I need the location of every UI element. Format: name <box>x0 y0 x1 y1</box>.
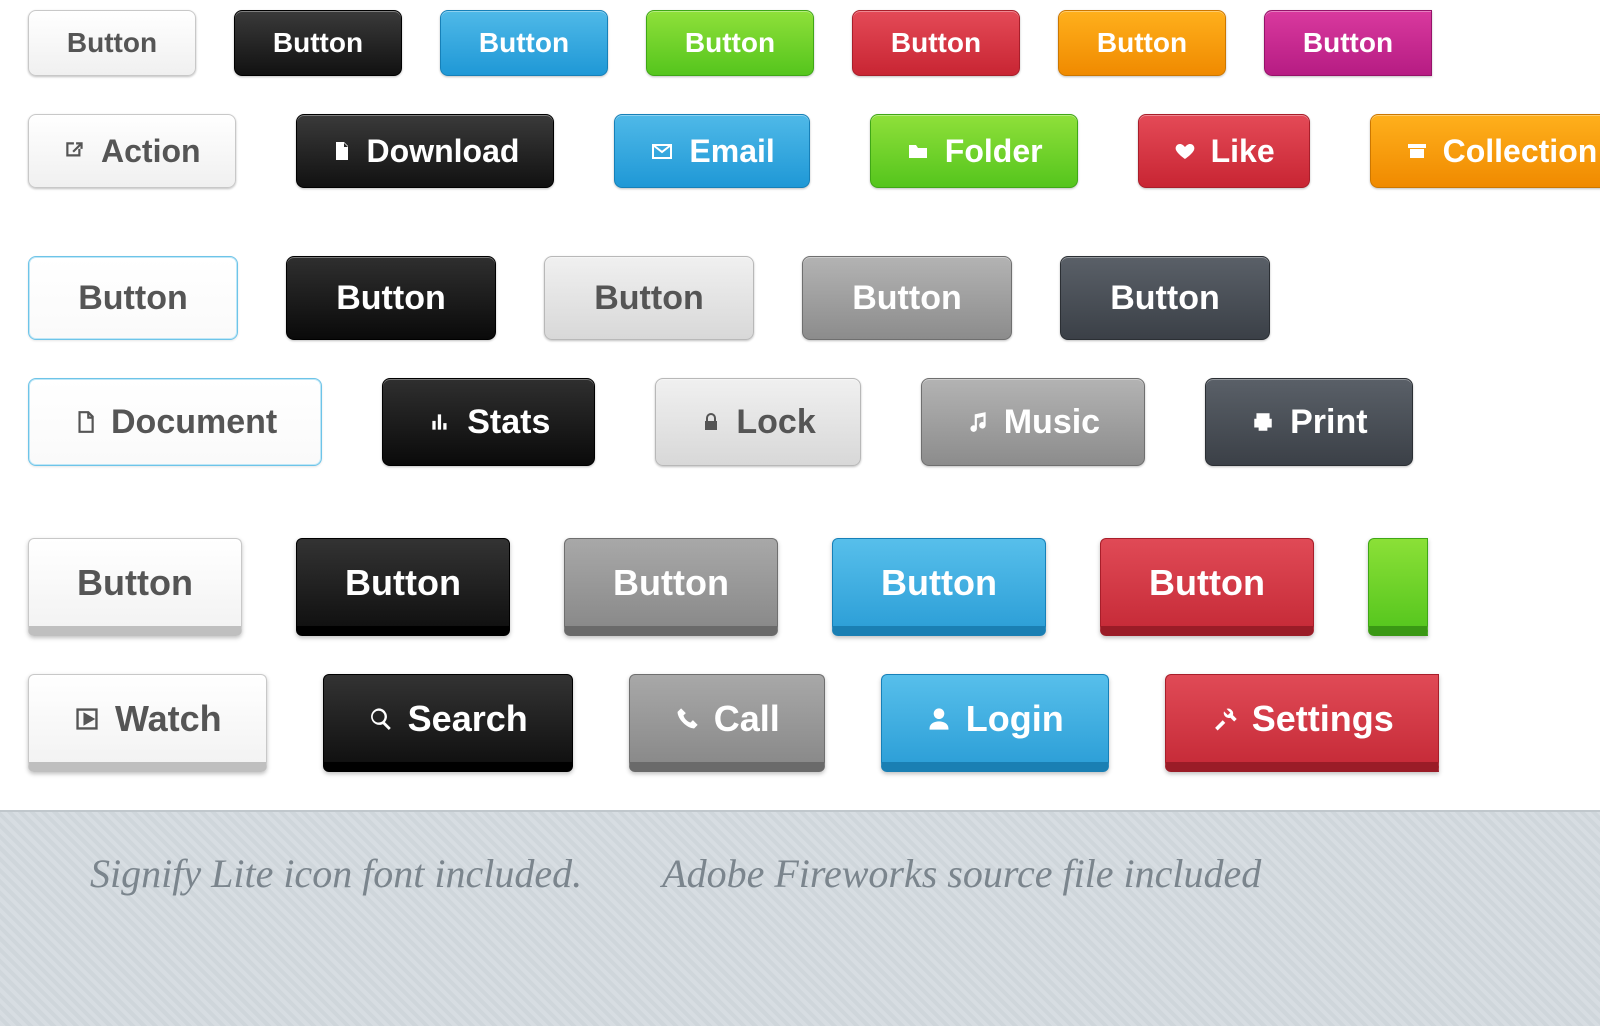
block-button-gray[interactable]: Button <box>564 538 778 636</box>
tools-icon <box>1210 705 1238 733</box>
button-label: Watch <box>115 698 222 740</box>
button-label: Button <box>479 27 569 59</box>
call-button[interactable]: Call <box>629 674 825 772</box>
play-box-icon <box>73 706 101 732</box>
stats-button[interactable]: Stats <box>382 378 595 466</box>
button-label: Button <box>273 27 363 59</box>
button-label: Button <box>77 562 193 604</box>
settings-button[interactable]: Settings <box>1165 674 1439 772</box>
button-black[interactable]: Button <box>286 256 496 340</box>
button-darkgray[interactable]: Button <box>1060 256 1270 340</box>
email-button[interactable]: Email <box>614 114 809 188</box>
button-label: Button <box>345 562 461 604</box>
button-label <box>1393 562 1403 604</box>
button-orange[interactable]: Button <box>1058 10 1226 76</box>
button-label: Music <box>1004 403 1100 442</box>
document-icon <box>73 408 97 436</box>
button-lightgray[interactable]: Button <box>544 256 754 340</box>
button-label: Button <box>852 279 962 318</box>
button-label: Email <box>689 133 774 170</box>
footer: Signify Lite icon font included. Adobe F… <box>0 810 1600 1026</box>
button-label: Action <box>101 133 201 170</box>
document-button[interactable]: Document <box>28 378 322 466</box>
search-button[interactable]: Search <box>323 674 573 772</box>
collection-button[interactable]: Collection <box>1370 114 1600 188</box>
print-button[interactable]: Print <box>1205 378 1412 466</box>
button-magenta[interactable]: Button <box>1264 10 1432 76</box>
button-label: Login <box>966 698 1064 740</box>
footer-text-left: Signify Lite icon font included. <box>90 850 582 897</box>
phone-icon <box>674 706 700 732</box>
button-label: Button <box>336 279 446 318</box>
footer-text-right: Adobe Fireworks source file included <box>662 850 1261 897</box>
music-button[interactable]: Music <box>921 378 1145 466</box>
button-row-4: Document Stats Lock Music Print <box>28 378 1600 466</box>
like-button[interactable]: Like <box>1138 114 1310 188</box>
button-row-3: Button Button Button Button Button <box>28 256 1600 340</box>
button-label: Button <box>78 279 188 318</box>
button-label: Call <box>714 698 780 740</box>
button-label: Document <box>111 403 277 442</box>
folder-button[interactable]: Folder <box>870 114 1078 188</box>
user-icon <box>926 705 952 733</box>
button-row-6: Watch Search Call Login Settings <box>28 674 1600 772</box>
lock-button[interactable]: Lock <box>655 378 860 466</box>
download-button[interactable]: Download <box>296 114 555 188</box>
button-green[interactable]: Button <box>646 10 814 76</box>
button-label: Stats <box>467 403 550 442</box>
block-button-blue[interactable]: Button <box>832 538 1046 636</box>
button-label: Collection <box>1443 133 1598 170</box>
heart-icon <box>1173 140 1197 162</box>
watch-button[interactable]: Watch <box>28 674 267 772</box>
archive-icon <box>1405 140 1429 162</box>
block-button-red[interactable]: Button <box>1100 538 1314 636</box>
button-midgray[interactable]: Button <box>802 256 1012 340</box>
button-label: Folder <box>945 133 1043 170</box>
button-label: Print <box>1290 403 1367 442</box>
login-button[interactable]: Login <box>881 674 1109 772</box>
button-label: Button <box>685 27 775 59</box>
music-note-icon <box>966 409 990 435</box>
button-label: Button <box>594 279 704 318</box>
button-row-1: Button Button Button Button Button Butto… <box>28 10 1600 76</box>
button-label: Lock <box>736 403 815 442</box>
button-label: Button <box>613 562 729 604</box>
external-link-icon <box>63 139 87 163</box>
button-outline[interactable]: Button <box>28 256 238 340</box>
button-label: Button <box>1110 279 1220 318</box>
button-label: Button <box>891 27 981 59</box>
button-label: Button <box>1303 27 1393 59</box>
printer-icon <box>1250 410 1276 434</box>
button-row-2: Action Download Email Folder Like Collec… <box>28 114 1600 188</box>
block-button-black[interactable]: Button <box>296 538 510 636</box>
button-white[interactable]: Button <box>28 10 196 76</box>
button-label: Button <box>1149 562 1265 604</box>
file-icon <box>331 139 353 163</box>
button-label: Button <box>881 562 997 604</box>
button-red[interactable]: Button <box>852 10 1020 76</box>
block-button-white[interactable]: Button <box>28 538 242 636</box>
button-label: Settings <box>1252 698 1394 740</box>
button-label: Like <box>1211 133 1275 170</box>
bar-chart-icon <box>427 410 453 434</box>
button-row-5: Button Button Button Button Button <box>28 538 1600 636</box>
button-label: Download <box>367 133 520 170</box>
button-black[interactable]: Button <box>234 10 402 76</box>
button-blue[interactable]: Button <box>440 10 608 76</box>
mail-icon <box>649 140 675 162</box>
folder-icon <box>905 140 931 162</box>
button-label: Search <box>408 698 528 740</box>
action-button[interactable]: Action <box>28 114 236 188</box>
button-label: Button <box>1097 27 1187 59</box>
search-icon <box>368 706 394 732</box>
block-button-green[interactable] <box>1368 538 1428 636</box>
lock-icon <box>700 409 722 435</box>
button-label: Button <box>67 27 157 59</box>
